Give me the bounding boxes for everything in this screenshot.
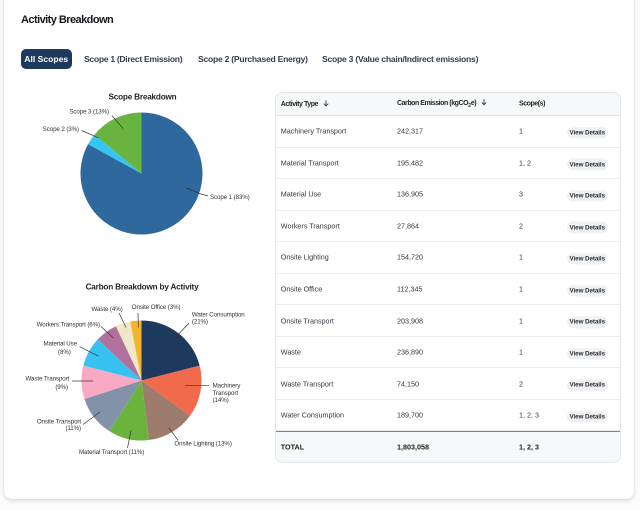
- svg-text:Machinery: Machinery: [213, 383, 242, 390]
- svg-text:Material Use: Material Use: [43, 341, 77, 348]
- svg-text:(9%): (9%): [55, 384, 68, 391]
- svg-text:Scope 2 (3%): Scope 2 (3%): [43, 126, 79, 133]
- svg-text:Carbon Breakdown by Activity: Carbon Breakdown by Activity: [86, 283, 199, 292]
- svg-text:Material Transport (11%): Material Transport (11%): [79, 449, 144, 456]
- svg-text:Waste Transport: Waste Transport: [26, 376, 70, 383]
- svg-text:Scope 1 (83%): Scope 1 (83%): [210, 194, 250, 201]
- svg-text:(21%): (21%): [192, 319, 208, 326]
- svg-text:Water Consumption: Water Consumption: [192, 312, 245, 319]
- svg-text:(14%): (14%): [213, 397, 229, 404]
- svg-text:Onsite Lighting (13%): Onsite Lighting (13%): [174, 440, 231, 447]
- svg-text:Scope 3 (13%): Scope 3 (13%): [69, 109, 109, 116]
- svg-text:(11%): (11%): [65, 425, 81, 432]
- svg-text:(8%): (8%): [58, 349, 71, 356]
- svg-text:Waste (4%): Waste (4%): [92, 306, 123, 313]
- svg-text:Scope Breakdown: Scope Breakdown: [109, 93, 177, 102]
- svg-text:Transport: Transport: [213, 390, 239, 397]
- svg-text:Onsite Office (3%): Onsite Office (3%): [132, 304, 181, 311]
- svg-text:Workers Transport (6%): Workers Transport (6%): [37, 322, 100, 329]
